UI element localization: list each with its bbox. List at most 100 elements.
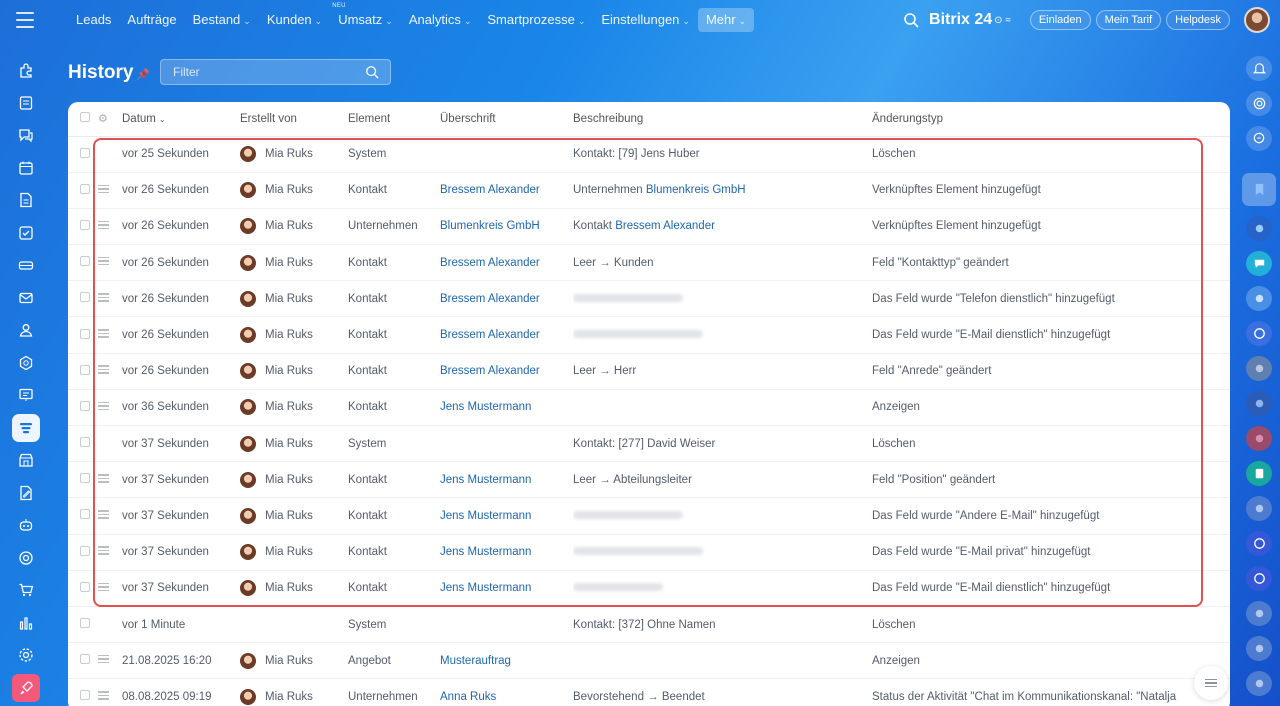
cell-user[interactable]: Mia Ruks	[240, 435, 348, 452]
tasks-icon[interactable]	[12, 219, 40, 247]
nav-item-1[interactable]: Aufträge	[119, 8, 184, 32]
table-row[interactable]: vor 26 Sekunden Mia Ruks Kontakt Bressem Al…	[68, 353, 1230, 390]
user-avatar-icon[interactable]	[1246, 390, 1272, 416]
column-aenderungstyp[interactable]: Änderungstyp	[872, 102, 1230, 137]
drive-icon[interactable]	[12, 251, 40, 279]
gear-icon[interactable]: ⚙	[98, 113, 108, 125]
row-checkbox[interactable]	[80, 292, 90, 303]
drag-handle-icon[interactable]	[98, 581, 109, 594]
table-row[interactable]: vor 37 Sekunden Mia Ruks System Kontakt: [2…	[68, 425, 1230, 463]
cell-title-link[interactable]: Blumenkreis GmbH	[440, 220, 540, 232]
cell-title-link[interactable]: Bressem Alexander	[440, 184, 540, 196]
nav-item-2[interactable]: Bestand ⌄	[185, 8, 259, 32]
document-icon[interactable]	[12, 186, 40, 214]
chat-icon[interactable]	[12, 121, 40, 149]
column-datum[interactable]: Datum ⌄	[122, 102, 240, 137]
puzzle-icon[interactable]	[12, 56, 40, 84]
table-row[interactable]: 21.08.2025 16:20 Mia Ruks Angebot Musterauf…	[68, 642, 1230, 680]
copilot-chat-icon[interactable]	[1246, 530, 1272, 556]
drag-handle-icon[interactable]	[98, 689, 109, 702]
sign-icon[interactable]	[12, 479, 40, 507]
bell-icon[interactable]	[1246, 56, 1272, 82]
cell-title-link[interactable]: Jens Mustermann	[440, 546, 531, 558]
copilot-chat-icon[interactable]	[1246, 320, 1272, 346]
row-checkbox[interactable]	[80, 618, 90, 629]
cell-title-link[interactable]: Bressem Alexander	[440, 257, 540, 269]
cell-user[interactable]: Mia Ruks	[240, 254, 348, 271]
cell-user[interactable]: Mia Ruks	[240, 507, 348, 524]
cell-title-link[interactable]: Bressem Alexander	[440, 329, 540, 341]
analytics-icon[interactable]	[12, 609, 40, 637]
drag-handle-icon[interactable]	[98, 363, 109, 376]
drag-handle-icon[interactable]	[98, 400, 109, 413]
table-row[interactable]: vor 36 Sekunden Mia Ruks Kontakt Jens Muste…	[68, 389, 1230, 427]
table-row[interactable]: vor 37 Sekunden Mia Ruks Kontakt Jens Muste…	[68, 497, 1230, 535]
table-row[interactable]: vor 25 Sekunden Mia Ruks System Kontakt: [7…	[68, 136, 1230, 173]
user-avatar-icon[interactable]	[1246, 355, 1272, 381]
presentation-icon[interactable]	[12, 381, 40, 409]
user-avatar[interactable]	[1244, 7, 1270, 33]
settings-icon[interactable]	[12, 641, 40, 669]
group-avatar-icon[interactable]	[1246, 285, 1272, 311]
nav-item-7[interactable]: Einstellungen ⌄	[593, 8, 698, 32]
cell-user[interactable]: Mia Ruks	[240, 218, 348, 235]
nav-item-4[interactable]: NEU Umsatz ⌄	[330, 3, 401, 32]
row-checkbox[interactable]	[80, 256, 90, 267]
filter-input[interactable]	[160, 59, 391, 85]
top-button-1[interactable]: Mein Tarif	[1095, 10, 1162, 30]
user-avatar-icon[interactable]	[1246, 600, 1272, 626]
top-button-2[interactable]: Helpdesk	[1166, 10, 1230, 30]
table-row[interactable]: vor 26 Sekunden Mia Ruks Kontakt Bressem Al…	[68, 280, 1230, 318]
list-menu-button[interactable]	[1194, 666, 1228, 700]
mail-icon[interactable]	[12, 284, 40, 312]
nav-item-8[interactable]: Mehr ⌄	[697, 8, 755, 32]
cell-title-link[interactable]: Jens Mustermann	[440, 474, 531, 486]
top-button-0[interactable]: Einladen	[1029, 10, 1091, 30]
table-row[interactable]: vor 26 Sekunden Mia Ruks Kontakt Bressem Al…	[68, 244, 1230, 282]
search-icon[interactable]	[365, 65, 379, 79]
message-icon[interactable]	[1246, 250, 1272, 276]
store-icon[interactable]	[12, 446, 40, 474]
cell-user[interactable]: Mia Ruks	[240, 652, 348, 669]
description-link[interactable]: Blumenkreis GmbH	[646, 184, 746, 196]
target-icon[interactable]	[12, 544, 40, 572]
drag-handle-icon[interactable]	[98, 219, 109, 232]
table-row[interactable]: 08.08.2025 09:19 Mia Ruks Unternehmen Anna …	[68, 678, 1230, 706]
copilot-icon[interactable]	[1246, 91, 1272, 117]
column-erstellt-von[interactable]: Erstellt von	[240, 102, 348, 137]
row-checkbox[interactable]	[80, 690, 90, 701]
row-checkbox[interactable]	[80, 473, 90, 484]
row-checkbox[interactable]	[80, 581, 90, 592]
drag-handle-icon[interactable]	[98, 508, 109, 521]
table-row[interactable]: vor 26 Sekunden Mia Ruks Unternehmen Blumen…	[68, 208, 1230, 246]
document-chat-icon[interactable]	[1246, 460, 1272, 486]
table-row[interactable]: vor 26 Sekunden Mia Ruks Kontakt Bressem Al…	[68, 172, 1230, 209]
cell-user[interactable]: Mia Ruks	[240, 327, 348, 344]
search-icon[interactable]	[903, 12, 919, 28]
pin-icon[interactable]: 📌	[136, 68, 150, 81]
cell-user[interactable]: Mia Ruks	[240, 544, 348, 561]
row-checkbox[interactable]	[80, 400, 90, 411]
drag-handle-icon[interactable]	[98, 327, 109, 340]
row-checkbox[interactable]	[80, 509, 90, 520]
cell-user[interactable]: Mia Ruks	[240, 363, 348, 380]
column-ueberschrift[interactable]: Überschrift	[440, 102, 573, 137]
row-checkbox[interactable]	[80, 147, 90, 158]
hexagon-icon[interactable]	[12, 349, 40, 377]
cell-title-link[interactable]: Bressem Alexander	[440, 365, 540, 377]
cell-title-link[interactable]: Bressem Alexander	[440, 293, 540, 305]
cell-user[interactable]: Mia Ruks	[240, 688, 348, 705]
description-link[interactable]: Bressem Alexander	[615, 220, 715, 232]
row-checkbox[interactable]	[80, 328, 90, 339]
nav-item-6[interactable]: Smartprozesse ⌄	[479, 8, 593, 32]
cell-user[interactable]: Mia Ruks	[240, 471, 348, 488]
user-avatar-icon[interactable]	[1246, 670, 1272, 696]
row-checkbox[interactable]	[80, 545, 90, 556]
drag-handle-icon[interactable]	[98, 653, 109, 666]
copilot-chat-icon[interactable]	[1246, 565, 1272, 591]
drag-handle-icon[interactable]	[98, 472, 109, 485]
row-checkbox[interactable]	[80, 364, 90, 375]
cell-title-link[interactable]: Jens Mustermann	[440, 510, 531, 522]
user-avatar-icon[interactable]	[1246, 495, 1272, 521]
cart-icon[interactable]	[12, 576, 40, 604]
